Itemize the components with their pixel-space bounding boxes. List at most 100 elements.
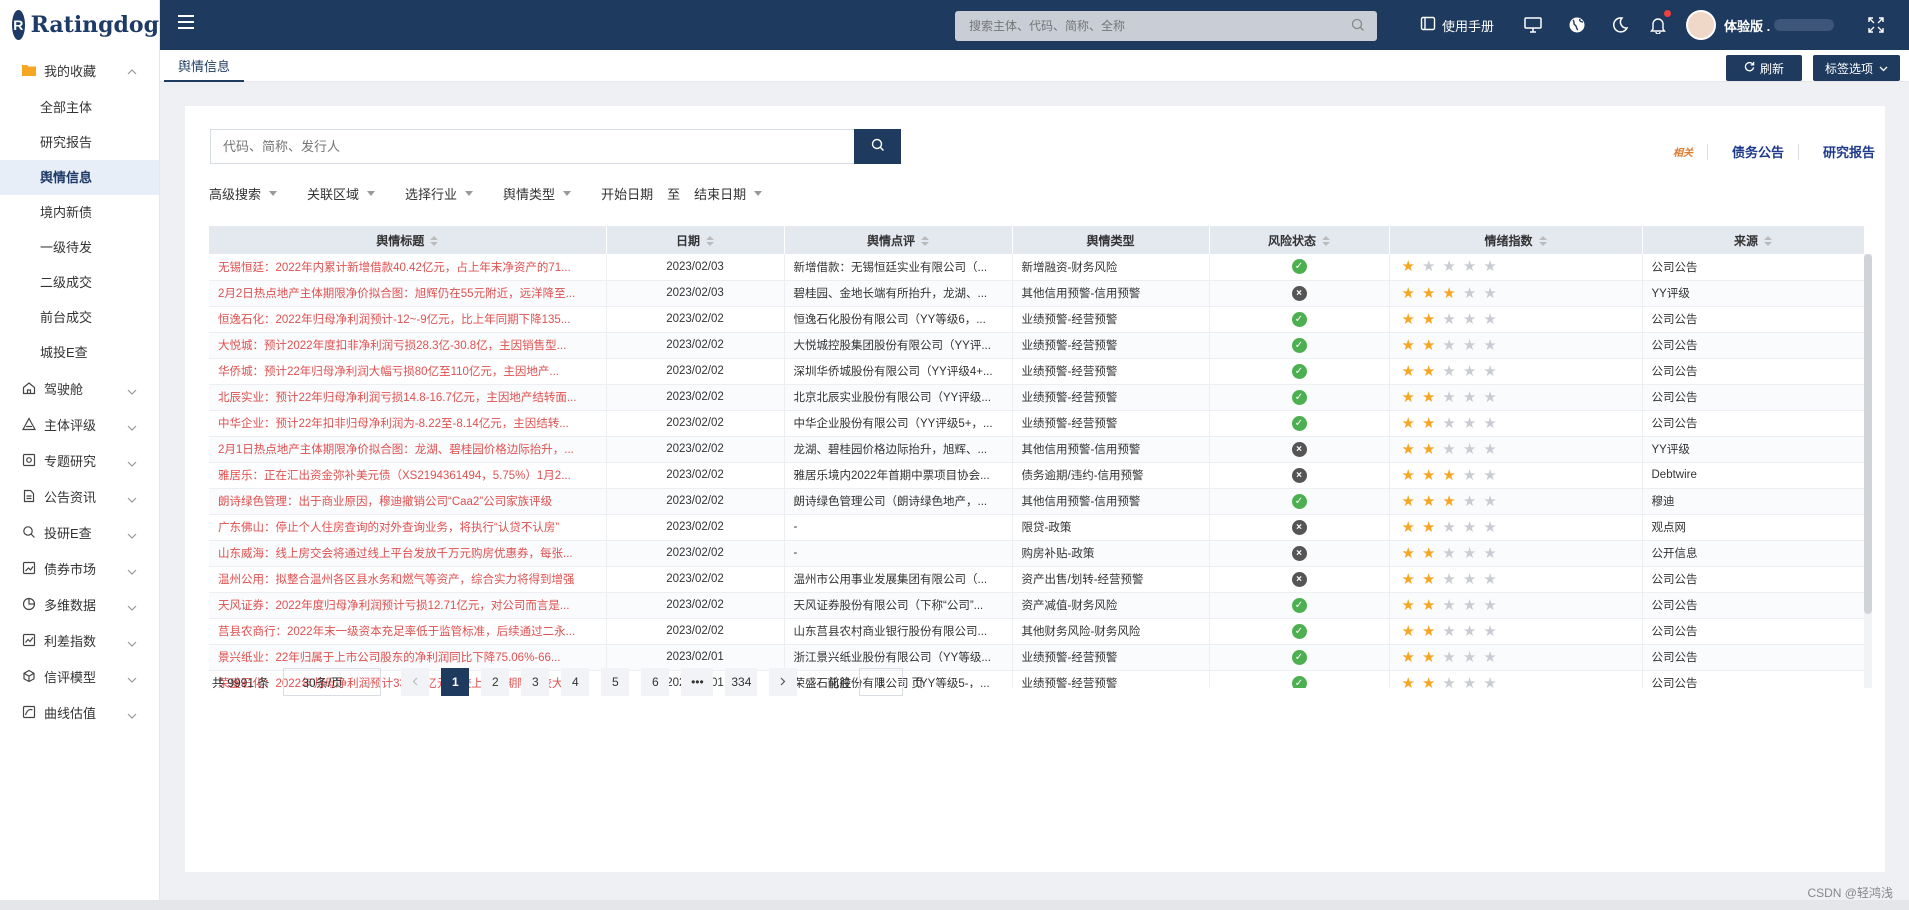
sidebar-item[interactable]: 境内新债 — [0, 195, 159, 230]
sidebar-item[interactable]: 研究报告 — [0, 125, 159, 160]
column-header[interactable]: 来源 — [1642, 226, 1865, 254]
sidebar-group[interactable]: 主体评级 — [0, 406, 159, 442]
sentiment-title-link[interactable]: 景兴纸业：22年归属于上市公司股东的净利润同比下降75.06%-66... — [209, 644, 607, 671]
sentiment-title-link[interactable]: 温州公用：拟整合温州各区县水务和燃气等资产，综合实力将得到增强 — [209, 566, 607, 593]
column-header[interactable]: 情绪指数 — [1389, 226, 1643, 254]
tag-options-button[interactable]: 标签选项 — [1813, 55, 1900, 81]
region-filter[interactable]: 关联区域 — [307, 184, 376, 203]
user-menu[interactable]: 体验版 . — [1686, 0, 1835, 50]
sentiment-title-link[interactable]: 恒逸石化：2022年归母净利润预计-12~-9亿元，比上年同期下降135... — [209, 306, 607, 333]
column-header[interactable]: 风险状态 — [1209, 226, 1390, 254]
table-row[interactable]: 北辰实业：预计22年归母净利润亏损14.8-16.7亿元，主因地产结转面... 2… — [209, 384, 1865, 411]
search-icon[interactable] — [1351, 18, 1365, 35]
start-date-picker[interactable]: 开始日期 — [601, 184, 653, 203]
sentiment-title-link[interactable]: 雅居乐：正在汇出资金弥补美元债（XS2194361494，5.75%）1月2..… — [209, 462, 607, 489]
sentiment-title-link[interactable]: 天风证券：2022年度归母净利润预计亏损12.71亿元，对公司而言是... — [209, 592, 607, 619]
table-row[interactable]: 广东佛山：停止个人住房查询的对外查询业务，将执行“认贷不认房” 2023/02/0… — [209, 514, 1865, 541]
sort-icon[interactable] — [1764, 236, 1772, 247]
sort-icon[interactable] — [1538, 236, 1547, 247]
table-row[interactable]: 无锡恒廷：2022年内累计新增借款40.42亿元，占上年末净资产的71... 20… — [209, 254, 1865, 281]
bond-notice-link[interactable]: 债务公告 — [1732, 142, 1784, 161]
table-row[interactable]: 山东威海：线上房交会将通过线上平台发放千万元购房优惠券，每张... 2023/02… — [209, 540, 1865, 567]
sentiment-title-link[interactable]: 2月2日热点地产主体期限净价拟合图：旭辉仍在55元附近，远洋降至... — [209, 280, 607, 307]
end-date-picker[interactable]: 结束日期 — [694, 184, 763, 203]
sentiment-title-link[interactable]: 华侨城：预计22年归母净利润大幅亏损80亿至110亿元，主因地产... — [209, 358, 607, 385]
sentiment-title-link[interactable]: 山东威海：线上房交会将通过线上平台发放千万元购房优惠券，每张... — [209, 540, 607, 567]
sidebar-group[interactable]: 专题研究 — [0, 442, 159, 478]
page-button[interactable]: 2 — [481, 668, 510, 696]
table-row[interactable]: 中华企业：预计22年扣非归母净利润为-8.22至-8.14亿元，主因结转... 2… — [209, 410, 1865, 437]
monitor-icon[interactable] — [1524, 0, 1542, 50]
menu-toggle-icon[interactable] — [178, 15, 196, 33]
sort-icon[interactable] — [921, 236, 929, 247]
page-button[interactable]: 5 — [601, 668, 630, 696]
sidebar-group[interactable]: 公告资讯 — [0, 478, 159, 514]
column-header[interactable]: 日期 — [606, 226, 785, 254]
industry-filter[interactable]: 选择行业 — [405, 184, 474, 203]
prev-page-button[interactable] — [401, 668, 430, 696]
sentiment-title-link[interactable]: 中华企业：预计22年扣非归母净利润为-8.22至-8.14亿元，主因结转... — [209, 410, 607, 437]
sentiment-title-link[interactable]: 广东佛山：停止个人住房查询的对外查询业务，将执行“认贷不认房” — [209, 514, 607, 541]
table-row[interactable]: 2月2日热点地产主体期限净价拟合图：旭辉仍在55元附近，远洋降至... 2023/… — [209, 280, 1865, 307]
table-row[interactable]: 景兴纸业：22年归属于上市公司股东的净利润同比下降75.06%-66... 202… — [209, 644, 1865, 671]
table-row[interactable]: 温州公用：拟整合温州各区县水务和燃气等资产，综合实力将得到增强 2023/02/0… — [209, 566, 1865, 593]
sidebar-group[interactable]: 债券市场 — [0, 550, 159, 586]
research-report-link[interactable]: 研究报告 — [1823, 142, 1875, 161]
table-row[interactable]: 莒县农商行：2022年末一级资本充足率低于监管标准，后续通过二永... 2023/… — [209, 618, 1865, 645]
page-button[interactable]: 334 — [725, 668, 758, 696]
global-search[interactable] — [955, 11, 1377, 41]
page-horizontal-scrollbar[interactable] — [0, 900, 1909, 910]
language-globe-icon[interactable] — [1568, 0, 1586, 50]
sentiment-title-link[interactable]: 朗诗绿色管理：出于商业原因，穆迪撤销公司“Caa2”公司家族评级 — [209, 488, 607, 515]
table-row[interactable]: 恒逸石化：2022年归母净利润预计-12~-9亿元，比上年同期下降135... 2… — [209, 306, 1865, 333]
sentiment-title-link[interactable]: 北辰实业：预计22年归母净利润亏损14.8-16.7亿元，主因地产结转面... — [209, 384, 607, 411]
page-button[interactable]: 4 — [561, 668, 590, 696]
panel-search[interactable] — [210, 129, 854, 164]
sort-icon[interactable] — [706, 236, 714, 247]
fullscreen-icon[interactable] — [1868, 0, 1884, 50]
sentiment-title-link[interactable]: 2月1日热点地产主体期限净价拟合图：龙湖、碧桂园价格边际抬升，... — [209, 436, 607, 463]
next-page-button[interactable] — [769, 668, 798, 696]
tab-sentiment[interactable]: 舆情信息 — [164, 54, 245, 82]
sidebar-item[interactable]: 舆情信息 — [0, 160, 159, 195]
sentiment-title-link[interactable]: 无锡恒廷：2022年内累计新增借款40.42亿元，占上年末净资产的71... — [209, 254, 607, 281]
table-row[interactable]: 天风证券：2022年度归母净利润预计亏损12.71亿元，对公司而言是... 202… — [209, 592, 1865, 619]
sort-icon[interactable] — [1322, 236, 1330, 247]
advanced-search-filter[interactable]: 高级搜索 — [209, 184, 278, 203]
sidebar-item[interactable]: 城投E查 — [0, 335, 159, 370]
page-size-select[interactable]: 30条/页 — [283, 668, 382, 696]
global-search-input[interactable] — [955, 11, 1377, 41]
sidebar-group-favorites[interactable]: 我的收藏 — [0, 50, 159, 90]
sentiment-title-link[interactable]: 莒县农商行：2022年末一级资本充足率低于监管标准，后续通过二永... — [209, 618, 607, 645]
table-row[interactable]: 大悦城：预计2022年度扣非净利润亏损28.3亿-30.8亿，主因销售型... 2… — [209, 332, 1865, 359]
sidebar-item[interactable]: 全部主体 — [0, 90, 159, 125]
table-row[interactable]: 朗诗绿色管理：出于商业原因，穆迪撤销公司“Caa2”公司家族评级 2023/02/… — [209, 488, 1865, 515]
sidebar-group[interactable]: 投研E查 — [0, 514, 159, 550]
page-button[interactable]: 1 — [441, 668, 470, 696]
goto-page-input[interactable]: 1 — [859, 668, 904, 696]
sidebar-group[interactable]: 多维数据 — [0, 586, 159, 622]
panel-search-input[interactable] — [211, 130, 854, 163]
refresh-button[interactable]: 刷新 — [1726, 55, 1802, 81]
logo[interactable]: R Ratingdog — [0, 0, 159, 50]
manual-button[interactable]: 使用手册 — [1420, 0, 1494, 50]
sort-icon[interactable] — [430, 236, 439, 247]
sentiment-type-filter[interactable]: 舆情类型 — [503, 184, 572, 203]
table-scrollbar-thumb[interactable] — [1864, 254, 1872, 614]
page-button[interactable]: 3 — [521, 668, 550, 696]
dark-mode-moon-icon[interactable] — [1612, 0, 1628, 50]
page-button[interactable]: 6 — [641, 668, 670, 696]
sidebar-group[interactable]: 曲线估值 — [0, 694, 159, 730]
notification-bell-icon[interactable] — [1650, 0, 1671, 50]
column-header[interactable]: 舆情标题 — [209, 226, 607, 254]
table-row[interactable]: 华侨城：预计22年归母净利润大幅亏损80亿至110亿元，主因地产... 2023/… — [209, 358, 1865, 385]
sidebar-group[interactable]: 利差指数 — [0, 622, 159, 658]
table-row[interactable]: 2月1日热点地产主体期限净价拟合图：龙湖、碧桂园价格边际抬升，... 2023/0… — [209, 436, 1865, 463]
page-button[interactable]: ••• — [681, 668, 714, 696]
related-link[interactable]: 相关 — [1673, 144, 1693, 159]
sentiment-title-link[interactable]: 大悦城：预计2022年度扣非净利润亏损28.3亿-30.8亿，主因销售型... — [209, 332, 607, 359]
column-header[interactable]: 舆情点评 — [784, 226, 1013, 254]
sidebar-item[interactable]: 前台成交 — [0, 300, 159, 335]
sidebar-group[interactable]: 信评模型 — [0, 658, 159, 694]
sidebar-group[interactable]: 驾驶舱 — [0, 370, 159, 406]
